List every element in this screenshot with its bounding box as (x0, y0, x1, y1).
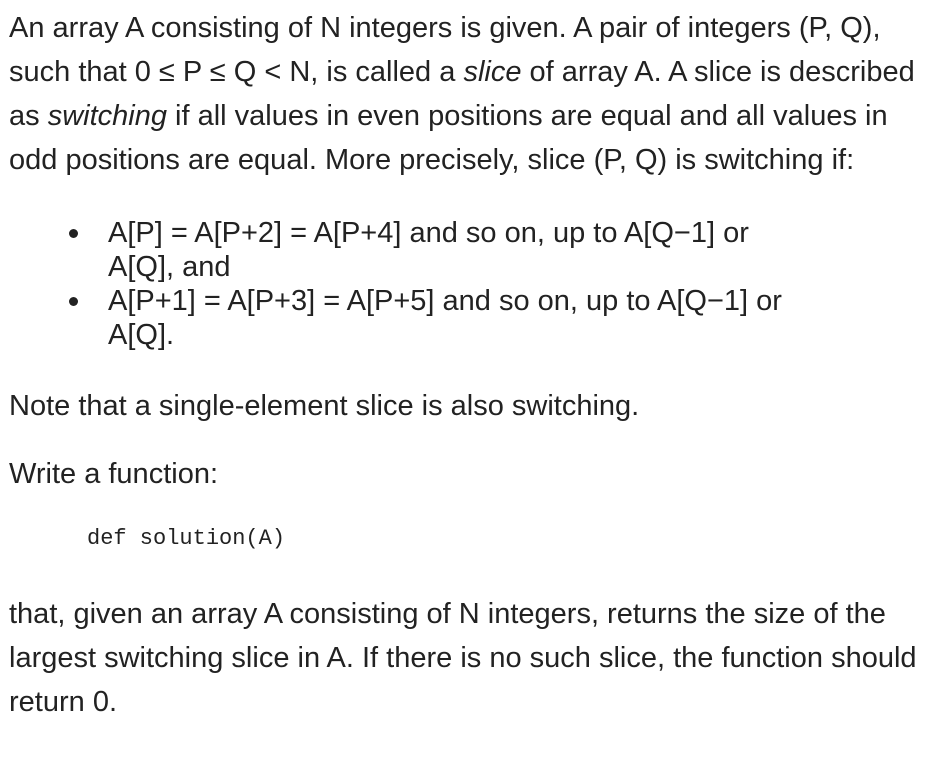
intro-paragraph: An array A consisting of N integers is g… (9, 6, 939, 182)
code-signature: def solution(A) (87, 526, 286, 551)
slice-term: slice (463, 56, 522, 88)
problem-statement: An array A consisting of N integers is g… (9, 6, 939, 724)
bullet-icon (69, 229, 78, 238)
switching-term: switching (47, 100, 167, 132)
condition-even-text: A[P] = A[P+2] = A[P+4] and so on, up to … (108, 217, 749, 283)
description-paragraph: that, given an array A consisting of N i… (9, 598, 917, 718)
write-prompt: Write a function: (9, 458, 219, 490)
condition-odd-text: A[P+1] = A[P+3] = A[P+5] and so on, up t… (108, 285, 782, 351)
note-paragraph: Note that a single-element slice is also… (9, 390, 640, 422)
list-item: A[P+1] = A[P+3] = A[P+5] and so on, up t… (9, 284, 808, 352)
conditions-list: A[P] = A[P+2] = A[P+4] and so on, up to … (9, 216, 939, 352)
bullet-icon (69, 297, 78, 306)
list-item: A[P] = A[P+2] = A[P+4] and so on, up to … (9, 216, 808, 284)
